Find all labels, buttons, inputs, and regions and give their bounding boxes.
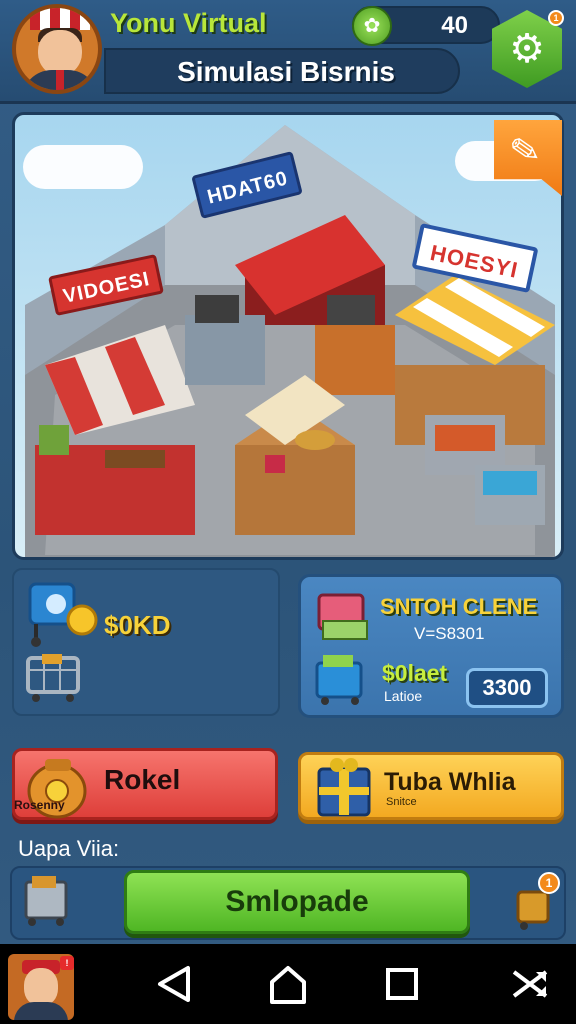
back-icon[interactable] (152, 962, 196, 1006)
section-label: Uapa Viia: (18, 836, 120, 861)
avatar-hat (30, 8, 90, 30)
avatar-tie (56, 70, 64, 90)
thumbnail-face (24, 968, 58, 1006)
thumbnail-badge: ! (60, 956, 74, 970)
shop-scene[interactable]: VIDOESI HDAT60 HOESYI (12, 112, 564, 560)
recents-icon[interactable] (380, 962, 424, 1006)
game-screen: Yonu Virtual Simulasi Bisrnis ✿ 40 ⚙ 1 V… (0, 0, 576, 944)
store-stat-value: $0laet (382, 660, 448, 686)
recents-icon-shape (386, 968, 418, 1000)
notification-badge: 1 (538, 872, 560, 894)
cash-panel-art (26, 582, 98, 702)
store-stat-subtitle: V=S8301 (414, 624, 485, 643)
home-icon[interactable] (266, 962, 310, 1006)
right-action-sublabel: Snitce (386, 796, 417, 808)
cash-value: $0KD (104, 610, 171, 640)
back-icon-shape (158, 966, 190, 1002)
player-avatar[interactable] (12, 4, 102, 94)
cash-panel (12, 568, 280, 716)
pencil-icon: ✎ (506, 127, 544, 174)
store-stat-box[interactable]: 3300 (466, 668, 548, 708)
right-action-label: Tuba Whlia (384, 768, 516, 796)
store-stat-title: SNTOH CLENE (380, 594, 538, 619)
gift-box-icon (317, 758, 371, 817)
money-bag-icon (27, 759, 87, 819)
coin-leaf-icon: ✿ (352, 6, 392, 46)
left-action-label: Rokel (104, 764, 181, 795)
home-icon-shape (270, 966, 306, 1004)
thumbnail-suit (14, 1002, 68, 1020)
shuffle-icon[interactable] (508, 962, 552, 1006)
title-bar: Simulasi Bisrnis (104, 48, 460, 94)
settings-badge: 1 (548, 10, 564, 26)
game-title: Simulasi Bisrnis (177, 56, 395, 87)
shuffle-icon-shape (512, 970, 548, 998)
store-stat-caption: Latioe (384, 688, 423, 704)
player-name: Yonu Virtual (110, 8, 267, 38)
left-action-sublabel: Rosenny (14, 798, 65, 812)
coin-value: 40 (441, 12, 468, 39)
coin-counter[interactable]: ✿ 40 (352, 6, 500, 46)
main-action-button[interactable]: Smlopade (124, 870, 470, 934)
